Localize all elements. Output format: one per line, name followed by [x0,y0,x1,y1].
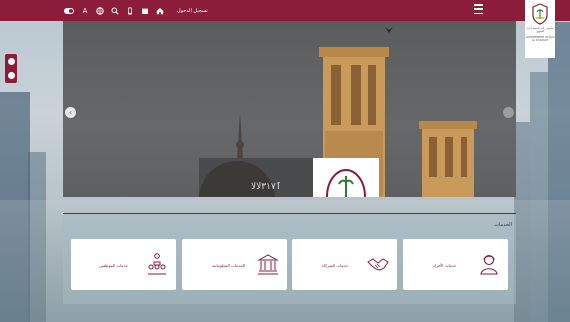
hero-logo-badge [313,158,379,197]
site-logo[interactable]: حكومة رأس الخيمة دائرة الشؤون GOVERNMENT… [525,0,555,58]
login-link[interactable]: تسجيل الدخول [177,8,208,14]
emblem-icon [326,168,366,197]
carousel-prev-button[interactable]: ‹ [65,107,76,118]
logo-caption-en: GOVERNMENT OF RAS AL KHAIMAH [525,35,555,43]
globe-icon[interactable] [96,6,104,15]
services-panel: الخدمات خدمات الموظفين الخدمات المعلومات… [63,213,516,304]
logo-caption-ar: حكومة رأس الخيمة دائرة الشؤون [526,27,554,34]
service-card-label: الخدمات المعلوماتية [212,263,246,268]
feedback-icon[interactable] [7,72,15,79]
chat-icon[interactable] [7,58,15,65]
font-size-icon[interactable]: A [81,7,89,15]
emblem-icon [532,3,548,25]
handshake-icon [367,258,389,271]
floating-side-bar [5,54,17,83]
services-title: الخدمات [494,222,512,228]
hero-carousel: ‹ › ٱ٣١٧ﻻﻻ [63,21,516,197]
service-card-label: خدمات الموظفين [99,263,129,268]
employees-icon [148,253,166,275]
search-icon[interactable] [111,7,119,15]
service-card-employees[interactable]: خدمات الموظفين [71,239,176,290]
service-card-label: خدمات الشركاء [322,263,349,268]
service-card-label: خدمات الأفراد [433,263,457,268]
hero-caption-text: ٱ٣١٧ﻻﻻ [251,182,282,192]
mobile-icon[interactable] [126,7,134,15]
institution-icon [257,254,279,275]
calendar-icon[interactable] [141,7,149,15]
home-icon[interactable] [156,7,164,15]
service-card-partners[interactable]: خدمات الشركاء [292,239,397,290]
service-card-information[interactable]: الخدمات المعلوماتية [182,239,287,290]
hamburger-menu-icon[interactable] [474,4,483,14]
hero-caption-card: ٱ٣١٧ﻻﻻ [199,158,313,197]
carousel-next-button[interactable]: › [503,107,514,118]
service-card-individuals[interactable]: خدمات الأفراد [403,239,508,290]
contrast-toggle[interactable] [64,7,74,14]
person-icon [480,254,498,275]
toolbar: A تسجيل الدخول [64,7,208,15]
top-bar: A تسجيل الدخول [0,0,570,21]
